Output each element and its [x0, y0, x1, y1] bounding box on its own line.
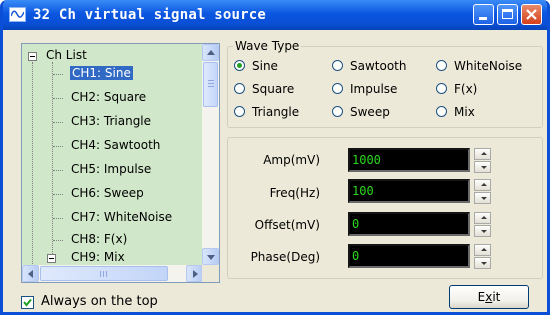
tree-item-ch2[interactable]: CH2: Square: [71, 90, 146, 104]
tree-item-ch3[interactable]: CH3: Triangle: [71, 114, 151, 128]
freq-input[interactable]: 100: [348, 179, 470, 203]
collapse-icon[interactable]: [28, 52, 37, 61]
spin-up-icon[interactable]: [474, 244, 491, 256]
close-button[interactable]: [521, 4, 542, 25]
scroll-thumb[interactable]: [203, 62, 218, 107]
parameter-group: Amp(mV) 1000 Freq(Hz) 100 Offset(mV) 0 P…: [227, 137, 543, 279]
scroll-thumb[interactable]: [40, 266, 168, 281]
scroll-up-button[interactable]: [202, 44, 219, 61]
chevron-down-icon: [207, 255, 215, 260]
scroll-right-button[interactable]: [186, 265, 203, 282]
amp-label: Amp(mV): [263, 153, 320, 167]
scroll-left-button[interactable]: [22, 265, 39, 282]
wave-type-title: Wave Type: [233, 39, 302, 53]
offset-label: Offset(mV): [254, 218, 320, 232]
window-title: 32 Ch virtual signal source: [33, 7, 266, 23]
tree-item-ch9[interactable]: CH9: Mix: [71, 250, 125, 264]
channel-tree[interactable]: Ch List CH1: Sine CH2: Square CH3: Trian…: [21, 43, 220, 283]
freq-label: Freq(Hz): [269, 186, 320, 200]
exit-button[interactable]: Exit: [449, 285, 529, 309]
wave-type-group: Wave Type Sine Sawtooth WhiteNoise Squar…: [227, 39, 543, 128]
amp-stepper[interactable]: [474, 148, 491, 173]
maximize-icon: [502, 9, 513, 19]
checkmark-icon: [23, 298, 32, 307]
waveform-icon: [9, 7, 26, 22]
always-on-top-checkbox[interactable]: [21, 296, 34, 309]
tree-item-ch7[interactable]: CH7: WhiteNoise: [71, 210, 172, 224]
tree-item-ch6[interactable]: CH6: Sweep: [71, 186, 144, 200]
spin-down-icon[interactable]: [474, 225, 491, 237]
phase-input[interactable]: 0: [348, 244, 470, 268]
collapse-icon[interactable]: [47, 254, 56, 263]
chevron-up-icon: [207, 50, 215, 55]
maximize-button[interactable]: [497, 4, 518, 25]
scroll-down-button[interactable]: [202, 248, 219, 265]
offset-stepper[interactable]: [474, 212, 491, 237]
close-icon: [526, 9, 537, 20]
spin-down-icon[interactable]: [474, 192, 491, 204]
amp-input[interactable]: 1000: [348, 148, 470, 172]
tree-item-ch5[interactable]: CH5: Impulse: [71, 162, 151, 176]
offset-input[interactable]: 0: [348, 212, 470, 236]
title-bar[interactable]: 32 Ch virtual signal source: [3, 0, 547, 30]
tree-root-label[interactable]: Ch List: [46, 48, 87, 62]
freq-stepper[interactable]: [474, 179, 491, 204]
spin-down-icon[interactable]: [474, 161, 491, 173]
tree-item-ch1[interactable]: CH1: Sine: [70, 66, 133, 80]
spin-up-icon[interactable]: [474, 212, 491, 224]
spin-up-icon[interactable]: [474, 179, 491, 191]
chevron-left-icon: [28, 270, 33, 278]
tree-horizontal-scrollbar[interactable]: [22, 265, 203, 282]
phase-stepper[interactable]: [474, 244, 491, 269]
spin-down-icon[interactable]: [474, 257, 491, 269]
tree-item-ch8[interactable]: CH8: F(x): [71, 232, 127, 246]
main-window: 32 Ch virtual signal source Ch List CH1:…: [0, 0, 550, 315]
tree-vertical-scrollbar[interactable]: [202, 44, 219, 265]
minimize-button[interactable]: [473, 4, 494, 25]
always-on-top-label[interactable]: Always on the top: [41, 294, 158, 309]
phase-label: Phase(Deg): [250, 250, 320, 264]
tree-item-ch4[interactable]: CH4: Sawtooth: [71, 138, 160, 152]
spin-up-icon[interactable]: [474, 148, 491, 160]
chevron-right-icon: [193, 270, 198, 278]
minimize-icon: [479, 17, 487, 20]
